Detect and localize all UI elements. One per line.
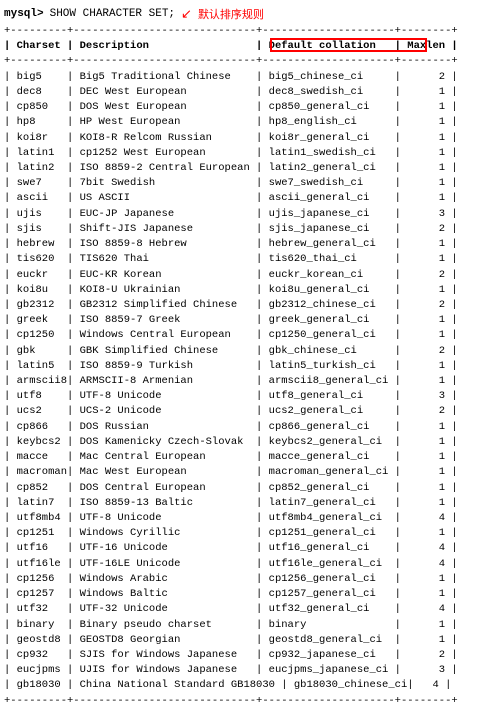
table-row: | ascii | US ASCII | ascii_general_ci | …: [0, 191, 500, 206]
table-row: | cp852 | DOS Central European | cp852_g…: [0, 481, 500, 496]
annotation-text: 默认排序规则: [198, 6, 264, 22]
prompt-line: mysql> SHOW CHARACTER SET; ↙ 默认排序规则: [0, 4, 500, 24]
table-top-border: +---------+-----------------------------…: [0, 24, 500, 39]
table-row: | eucjpms | UJIS for Windows Japanese | …: [0, 663, 500, 678]
table-row: | latin1 | cp1252 West European | latin1…: [0, 146, 500, 161]
table-row: | euckr | EUC-KR Korean | euckr_korean_c…: [0, 268, 500, 283]
table-row: | gbk | GBK Simplified Chinese | gbk_chi…: [0, 344, 500, 359]
table-row: | cp1250 | Windows Central European | cp…: [0, 328, 500, 343]
terminal-window: mysql> SHOW CHARACTER SET; ↙ 默认排序规则 +---…: [0, 0, 500, 713]
table-row: | cp850 | DOS West European | cp850_gene…: [0, 100, 500, 115]
table-row: | hp8 | HP West European | hp8_english_c…: [0, 115, 500, 130]
mysql-prompt: mysql>: [4, 8, 44, 20]
table-row: | armscii8| ARMSCII-8 Armenian | armscii…: [0, 374, 500, 389]
table-row: | cp1256 | Windows Arabic | cp1256_gener…: [0, 572, 500, 587]
table-row: | ucs2 | UCS-2 Unicode | ucs2_general_ci…: [0, 404, 500, 419]
table-row: | big5 | Big5 Traditional Chinese | big5…: [0, 70, 500, 85]
table-row: | tis620 | TIS620 Thai | tis620_thai_ci …: [0, 252, 500, 267]
annotation-arrow: ↙: [181, 7, 192, 22]
command-text: SHOW CHARACTER SET;: [50, 8, 175, 20]
table-row: | greek | ISO 8859-7 Greek | greek_gener…: [0, 313, 500, 328]
table-row: | cp1257 | Windows Baltic | cp1257_gener…: [0, 587, 500, 602]
table-row: | macroman| Mac West European | macroman…: [0, 465, 500, 480]
table-row: | utf16 | UTF-16 Unicode | utf16_general…: [0, 541, 500, 556]
table-row: | swe7 | 7bit Swedish | swe7_swedish_ci …: [0, 176, 500, 191]
table-row: | utf8 | UTF-8 Unicode | utf8_general_ci…: [0, 389, 500, 404]
table-row: | sjis | Shift-JIS Japanese | sjis_japan…: [0, 222, 500, 237]
table-row: | cp866 | DOS Russian | cp866_general_ci…: [0, 420, 500, 435]
table-row: | hebrew | ISO 8859-8 Hebrew | hebrew_ge…: [0, 237, 500, 252]
table-row: | utf16le | UTF-16LE Unicode | utf16le_g…: [0, 557, 500, 572]
table-row: | cp932 | SJIS for Windows Japanese | cp…: [0, 648, 500, 663]
table-row: | gb2312 | GB2312 Simplified Chinese | g…: [0, 298, 500, 313]
table-row: | gb18030 | China National Standard GB18…: [0, 678, 500, 693]
table-header-border: +---------+-----------------------------…: [0, 54, 500, 69]
table-bottom-border: +---------+-----------------------------…: [0, 694, 500, 709]
table-header: | Charset | Description | Default collat…: [0, 39, 500, 54]
table-row: | utf8mb4 | UTF-8 Unicode | utf8mb4_gene…: [0, 511, 500, 526]
table-row: | latin2 | ISO 8859-2 Central European |…: [0, 161, 500, 176]
table-row: | geostd8 | GEOSTD8 Georgian | geostd8_g…: [0, 633, 500, 648]
table-row: | utf32 | UTF-32 Unicode | utf32_general…: [0, 602, 500, 617]
table-row: | ujis | EUC-JP Japanese | ujis_japanese…: [0, 207, 500, 222]
charset-table: +---------+-----------------------------…: [0, 24, 500, 709]
table-row: | latin7 | ISO 8859-13 Baltic | latin7_g…: [0, 496, 500, 511]
table-row: | macce | Mac Central European | macce_g…: [0, 450, 500, 465]
table-row: | keybcs2 | DOS Kamenicky Czech-Slovak |…: [0, 435, 500, 450]
table-row: | koi8r | KOI8-R Relcom Russian | koi8r_…: [0, 131, 500, 146]
table-row: | binary | Binary pseudo charset | binar…: [0, 618, 500, 633]
table-row: | dec8 | DEC West European | dec8_swedis…: [0, 85, 500, 100]
table-row: | koi8u | KOI8-U Ukrainian | koi8u_gener…: [0, 283, 500, 298]
table-row: | latin5 | ISO 8859-9 Turkish | latin5_t…: [0, 359, 500, 374]
table-row: | cp1251 | Windows Cyrillic | cp1251_gen…: [0, 526, 500, 541]
